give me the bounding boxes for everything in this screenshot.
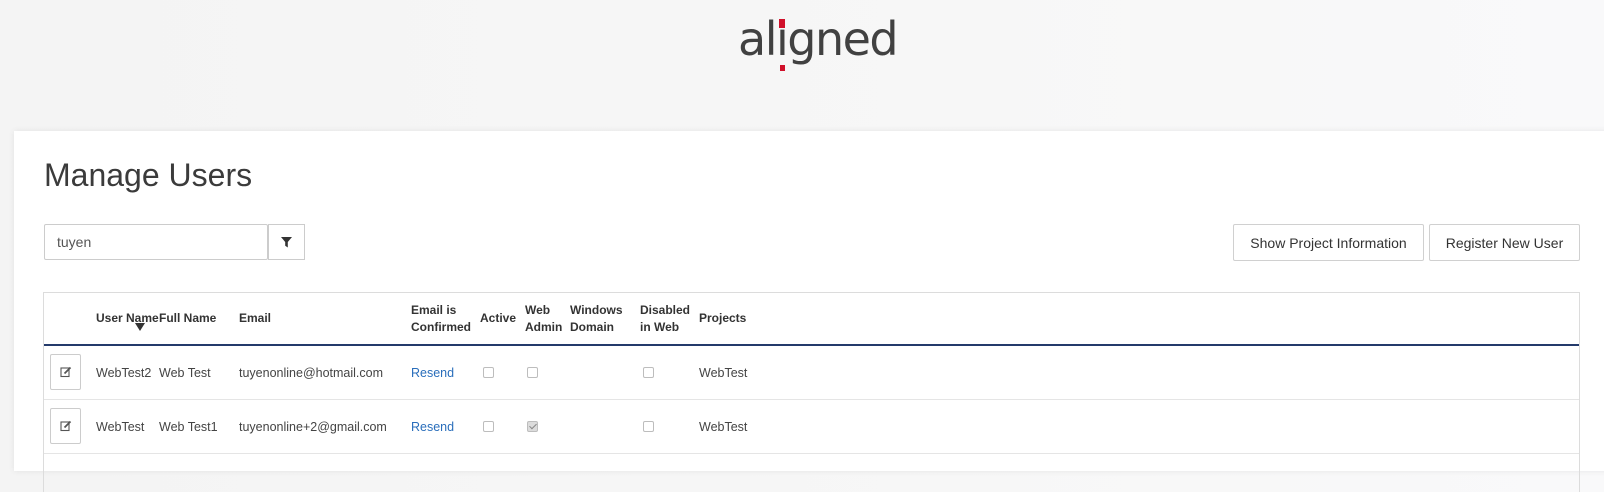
resend-confirmation-link[interactable]: Resend bbox=[411, 400, 454, 453]
column-header-user-name[interactable]: User Name bbox=[96, 293, 159, 344]
column-header-label: Full Name bbox=[159, 311, 217, 325]
resend-confirmation-link[interactable]: Resend bbox=[411, 346, 454, 399]
cell-web-admin bbox=[527, 400, 538, 453]
sort-descending-icon bbox=[134, 322, 145, 331]
column-header-email[interactable]: Email bbox=[239, 293, 404, 344]
table-row[interactable]: WebTest Web Test1 tuyenonline+2@gmail.co… bbox=[44, 400, 1579, 454]
manage-users-panel: Manage Users Show Project Information Re… bbox=[14, 131, 1604, 492]
cell-user-name: WebTest2 bbox=[96, 365, 152, 380]
user-search-input[interactable] bbox=[44, 224, 268, 260]
column-header-label: Email is Confirmed bbox=[411, 302, 471, 334]
column-header-label: Web Admin bbox=[525, 302, 563, 334]
column-header-label: Active bbox=[480, 311, 517, 325]
column-header-active[interactable]: Active bbox=[480, 293, 522, 344]
register-new-user-button[interactable]: Register New User bbox=[1429, 224, 1580, 261]
column-header-label: Disabled in Web bbox=[640, 302, 691, 334]
column-header-label: User Name bbox=[96, 311, 159, 325]
cell-projects: WebTest bbox=[699, 419, 748, 434]
edit-icon bbox=[59, 420, 71, 432]
logo-text-start: al bbox=[738, 12, 777, 66]
active-checkbox[interactable] bbox=[483, 421, 494, 432]
column-header-label: Windows Domain bbox=[570, 302, 623, 334]
table-row[interactable]: WebTest2 Web Test tuyenonline@hotmail.co… bbox=[44, 346, 1579, 400]
cell-email: tuyenonline@hotmail.com bbox=[239, 365, 384, 380]
cell-active bbox=[483, 400, 494, 453]
active-checkbox[interactable] bbox=[483, 367, 494, 378]
edit-user-button[interactable] bbox=[50, 408, 81, 444]
web-admin-checkbox[interactable] bbox=[527, 421, 538, 432]
column-header-disabled-in-web[interactable]: Disabled in Web bbox=[640, 293, 696, 344]
logo-red-dash bbox=[779, 65, 785, 71]
filter-icon bbox=[281, 236, 292, 247]
disabled-in-web-checkbox[interactable] bbox=[643, 367, 654, 378]
filter-button[interactable] bbox=[268, 224, 305, 260]
column-header-email-confirmed[interactable]: Email is Confirmed bbox=[411, 293, 477, 344]
page-title: Manage Users bbox=[44, 157, 253, 193]
cell-projects: WebTest bbox=[699, 365, 748, 380]
cell-full-name: Web Test bbox=[159, 365, 211, 380]
show-project-information-button[interactable]: Show Project Information bbox=[1233, 224, 1424, 261]
logo-text-end: gned bbox=[787, 12, 898, 66]
cell-web-admin bbox=[527, 346, 538, 399]
users-table: User Name Full Name Email Email is Confi… bbox=[43, 292, 1580, 492]
aligned-logo: alı gned bbox=[738, 16, 899, 71]
cell-email: tuyenonline+2@gmail.com bbox=[239, 419, 387, 434]
edit-user-button[interactable] bbox=[50, 354, 81, 390]
column-header-label: Projects bbox=[699, 311, 747, 325]
column-header-label: Email bbox=[239, 311, 272, 325]
column-header-full-name[interactable]: Full Name bbox=[159, 293, 235, 344]
logo-red-dot bbox=[778, 19, 785, 28]
disabled-in-web-checkbox[interactable] bbox=[643, 421, 654, 432]
web-admin-checkbox[interactable] bbox=[527, 367, 538, 378]
cell-disabled-in-web bbox=[643, 400, 654, 453]
cell-full-name: Web Test1 bbox=[159, 419, 218, 434]
column-header-windows-domain[interactable]: Windows Domain bbox=[570, 293, 632, 344]
column-header-web-admin[interactable]: Web Admin bbox=[525, 293, 565, 344]
cell-disabled-in-web bbox=[643, 346, 654, 399]
column-header-projects[interactable]: Projects bbox=[699, 293, 769, 344]
cell-user-name: WebTest bbox=[96, 419, 145, 434]
cell-active bbox=[483, 346, 494, 399]
logo-letter-i: ı bbox=[776, 16, 789, 71]
edit-icon bbox=[59, 366, 71, 378]
table-header: User Name Full Name Email Email is Confi… bbox=[44, 293, 1579, 346]
